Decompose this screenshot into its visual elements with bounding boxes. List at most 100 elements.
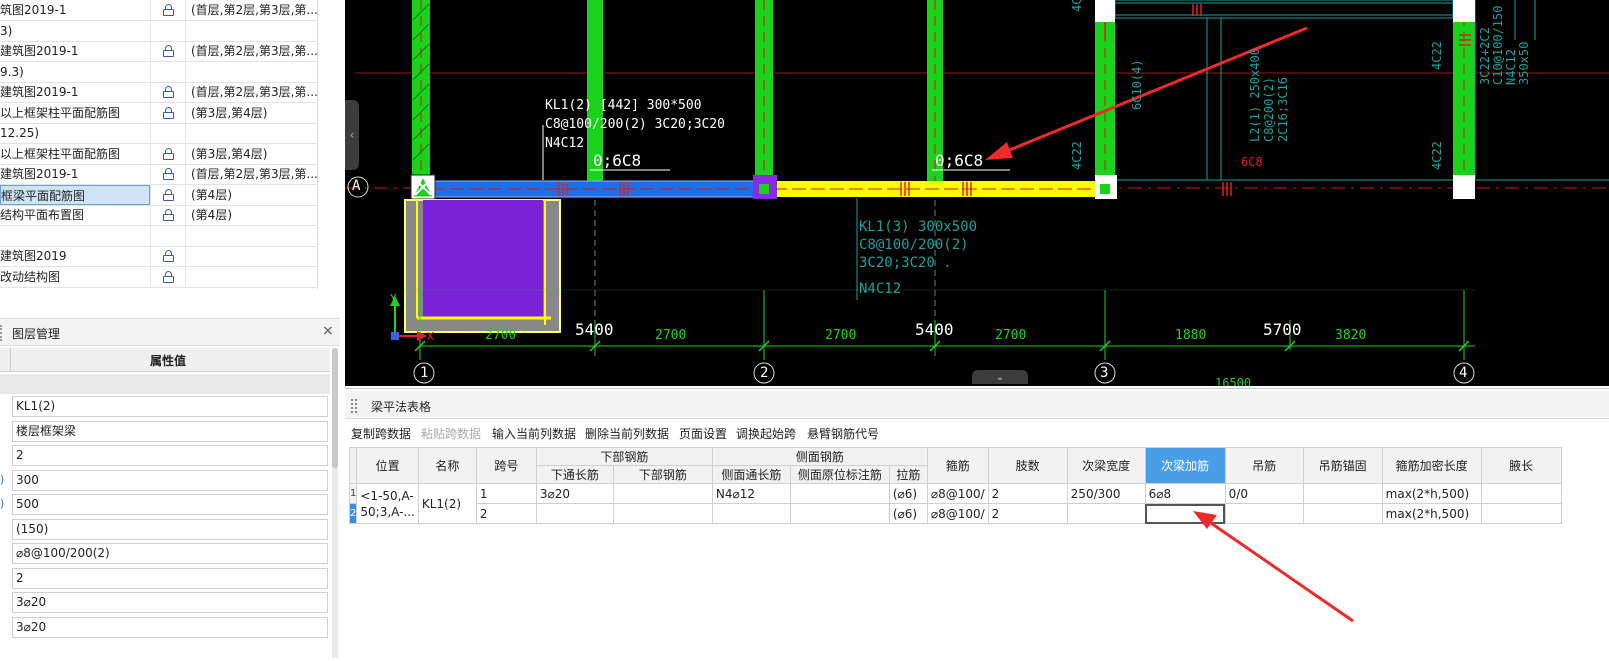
side-orig-cell[interactable] xyxy=(789,503,890,524)
lock-cell[interactable] xyxy=(150,0,186,20)
lock-cell[interactable] xyxy=(150,61,186,82)
toolbar-button[interactable]: 粘贴跨数据 xyxy=(421,425,481,442)
scrollbar-thumb[interactable] xyxy=(332,348,338,468)
secondary-width-cell[interactable] xyxy=(1066,503,1146,524)
bottom-cell[interactable] xyxy=(612,483,713,504)
toolbar-button[interactable]: 复制跨数据 xyxy=(351,425,411,442)
drawing-list-row[interactable]: 9.3) xyxy=(0,61,318,83)
lock-cell[interactable] xyxy=(150,123,186,143)
toolbar-button[interactable]: 输入当前列数据 xyxy=(492,425,576,442)
lock-icon[interactable] xyxy=(162,188,174,201)
drag-grip-icon[interactable] xyxy=(351,399,357,413)
stirrup-cell[interactable]: ⌀8@100/ xyxy=(926,503,989,524)
drawing-list-row[interactable]: 建筑图2019-1 (首层,第2层,第3层,第... xyxy=(0,164,318,185)
bottom-through-cell[interactable]: 3⌀20 xyxy=(535,483,614,504)
lock-icon[interactable] xyxy=(162,4,174,16)
row-number[interactable]: 2 xyxy=(348,503,358,524)
secondary-add-cell[interactable]: 6⌀8 xyxy=(1144,483,1226,504)
property-value-field[interactable]: 楼层框架梁 xyxy=(12,420,328,442)
lock-cell[interactable] xyxy=(150,205,186,225)
col-header[interactable]: 吊筋锚固 xyxy=(1302,447,1383,484)
drawing-list-row[interactable]: 改动结构图 xyxy=(0,266,318,288)
lock-icon[interactable] xyxy=(162,106,174,119)
side-through-cell[interactable] xyxy=(711,503,791,524)
span-cell[interactable]: 1 xyxy=(475,483,537,504)
col-header[interactable]: 侧面原位标注筋 xyxy=(789,465,890,484)
legs-cell[interactable]: 2 xyxy=(987,483,1068,504)
span-cell[interactable]: 2 xyxy=(475,503,537,524)
col-header[interactable]: 箍筋加密长度 xyxy=(1381,447,1482,484)
lock-icon[interactable] xyxy=(162,86,174,98)
col-header[interactable]: 侧面通长筋 xyxy=(711,465,791,484)
hanger-cell[interactable] xyxy=(1224,503,1304,524)
collapse-bottom-panel-icon[interactable]: ⌄ xyxy=(972,370,1028,384)
property-value-field[interactable]: 2 xyxy=(12,445,328,466)
toolbar-button[interactable]: 页面设置 xyxy=(679,425,727,442)
lock-cell[interactable] xyxy=(150,41,186,61)
dense-length-cell[interactable]: max(2*h,500) xyxy=(1381,483,1482,504)
secondary-width-cell[interactable]: 250/300 xyxy=(1066,483,1146,504)
col-header[interactable]: 下部钢筋 xyxy=(612,465,713,484)
position-cell[interactable]: <1-50,A- 50;3,A-... xyxy=(356,483,419,524)
property-value-field[interactable]: 3⌀20 xyxy=(12,592,328,613)
property-value-field[interactable]: KL1(2) xyxy=(12,396,328,417)
drag-grip-icon[interactable] xyxy=(0,325,4,341)
bottom-cell[interactable] xyxy=(612,503,713,524)
hanger-anchor-cell[interactable] xyxy=(1302,483,1383,504)
lock-icon[interactable] xyxy=(162,270,174,283)
lock-cell[interactable] xyxy=(150,266,186,287)
haunch-cell[interactable] xyxy=(1480,483,1562,504)
layer-panel-title-bar[interactable]: 图层管理 × xyxy=(0,318,340,346)
drawing-list-row[interactable] xyxy=(0,225,318,247)
close-icon[interactable]: × xyxy=(322,323,334,339)
lock-cell[interactable] xyxy=(150,225,186,246)
property-value-field[interactable]: 2 xyxy=(12,567,328,589)
drawing-list-row[interactable]: 建筑图2019-1 (首层,第2层,第3层,第... xyxy=(0,82,318,103)
property-value-field[interactable]: 300 xyxy=(12,469,328,491)
hanger-cell[interactable]: 0/0 xyxy=(1224,483,1304,504)
drawing-list-row[interactable]: 建筑图2019-1 (首层,第2层,第3层,第... xyxy=(0,41,318,62)
lock-cell[interactable] xyxy=(150,246,186,266)
dense-length-cell[interactable]: max(2*h,500) xyxy=(1381,503,1482,524)
lock-cell[interactable] xyxy=(150,164,186,184)
property-value-field[interactable]: (150) xyxy=(12,518,328,540)
property-value-field[interactable]: 500 xyxy=(12,494,328,515)
secondary-add-cell-editing[interactable] xyxy=(1144,503,1226,524)
property-value-field[interactable]: ⌀8@100/200(2) xyxy=(12,543,328,564)
lock-icon[interactable] xyxy=(162,250,174,262)
col-header[interactable]: 肢数 xyxy=(987,447,1068,484)
lock-icon[interactable] xyxy=(162,168,174,180)
col-header[interactable]: 跨号 xyxy=(475,447,537,484)
property-scrollbar[interactable] xyxy=(332,348,338,658)
drawing-list-row[interactable]: 建筑图2019 xyxy=(0,246,318,267)
tie-cell[interactable]: (⌀6) xyxy=(888,483,928,504)
col-header[interactable]: 腋长 xyxy=(1480,447,1562,484)
haunch-cell[interactable] xyxy=(1480,503,1562,524)
collapse-left-panel-icon[interactable]: ‹ xyxy=(345,100,359,170)
name-cell[interactable]: KL1(2) xyxy=(417,483,477,524)
property-value-field[interactable]: 3⌀20 xyxy=(12,616,328,638)
beam-panel-title-bar[interactable]: 梁平法表格 xyxy=(345,391,1609,419)
lock-icon[interactable] xyxy=(162,147,174,160)
col-header-highlighted[interactable]: 次梁加筋 xyxy=(1144,447,1226,484)
drawing-list-row[interactable]: 12.25) xyxy=(0,123,318,144)
lock-icon[interactable] xyxy=(162,209,174,221)
col-header[interactable]: 拉筋 xyxy=(888,465,928,484)
lock-cell[interactable] xyxy=(150,184,186,205)
drawing-list-row[interactable]: 以上框架柱平面配筋图 (第3层,第4层) xyxy=(0,143,318,165)
side-through-cell[interactable]: N4⌀12 xyxy=(711,483,791,504)
lock-icon[interactable] xyxy=(162,45,174,57)
drawing-list-row[interactable]: 结构平面布置图 (第4层) xyxy=(0,205,318,226)
drawing-list-row[interactable]: 以上框架柱平面配筋图 (第3层,第4层) xyxy=(0,102,318,124)
row-number[interactable]: 1 xyxy=(348,483,358,504)
col-header[interactable]: 位置 xyxy=(356,447,419,484)
table-row[interactable]: 1 <1-50,A- 50;3,A-... KL1(2) 1 3⌀20 N4⌀1… xyxy=(348,483,1562,524)
col-header[interactable]: 名称 xyxy=(417,447,477,484)
stirrup-cell[interactable]: ⌀8@100/ xyxy=(926,483,989,504)
bottom-through-cell[interactable] xyxy=(535,503,614,524)
drawing-list-row[interactable]: 框梁平面配筋图 (第4层) xyxy=(0,184,318,206)
side-orig-cell[interactable] xyxy=(789,483,890,504)
col-header[interactable]: 箍筋 xyxy=(926,447,989,484)
lock-cell[interactable] xyxy=(150,20,186,41)
lock-cell[interactable] xyxy=(150,143,186,164)
